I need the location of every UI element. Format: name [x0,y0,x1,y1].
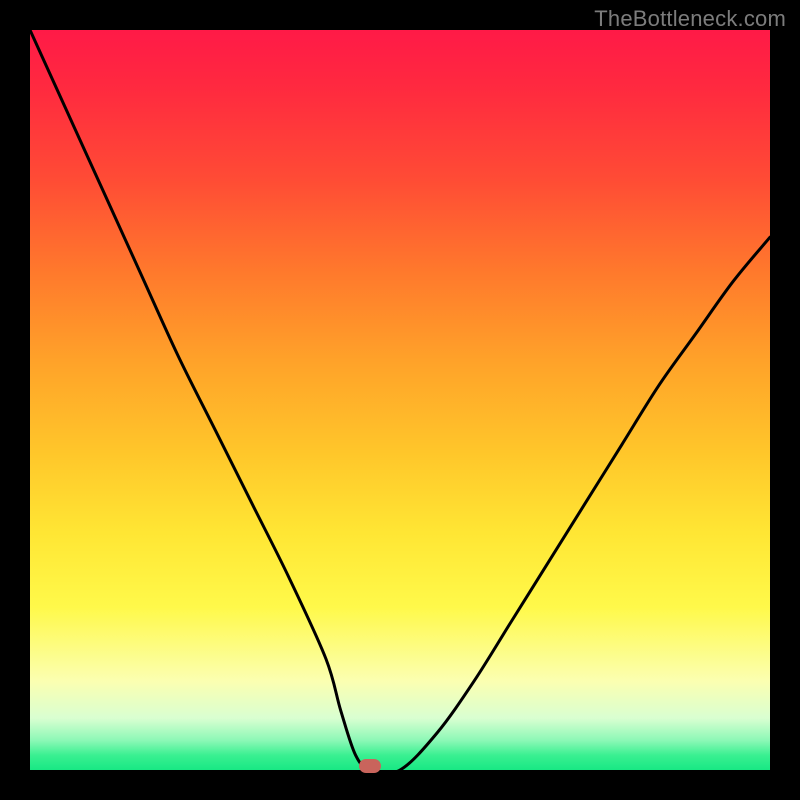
chart-frame: TheBottleneck.com [0,0,800,800]
bottleneck-curve [30,30,770,770]
optimal-point-marker [359,759,381,773]
plot-area [30,30,770,770]
watermark-text: TheBottleneck.com [594,6,786,32]
curve-svg [30,30,770,770]
